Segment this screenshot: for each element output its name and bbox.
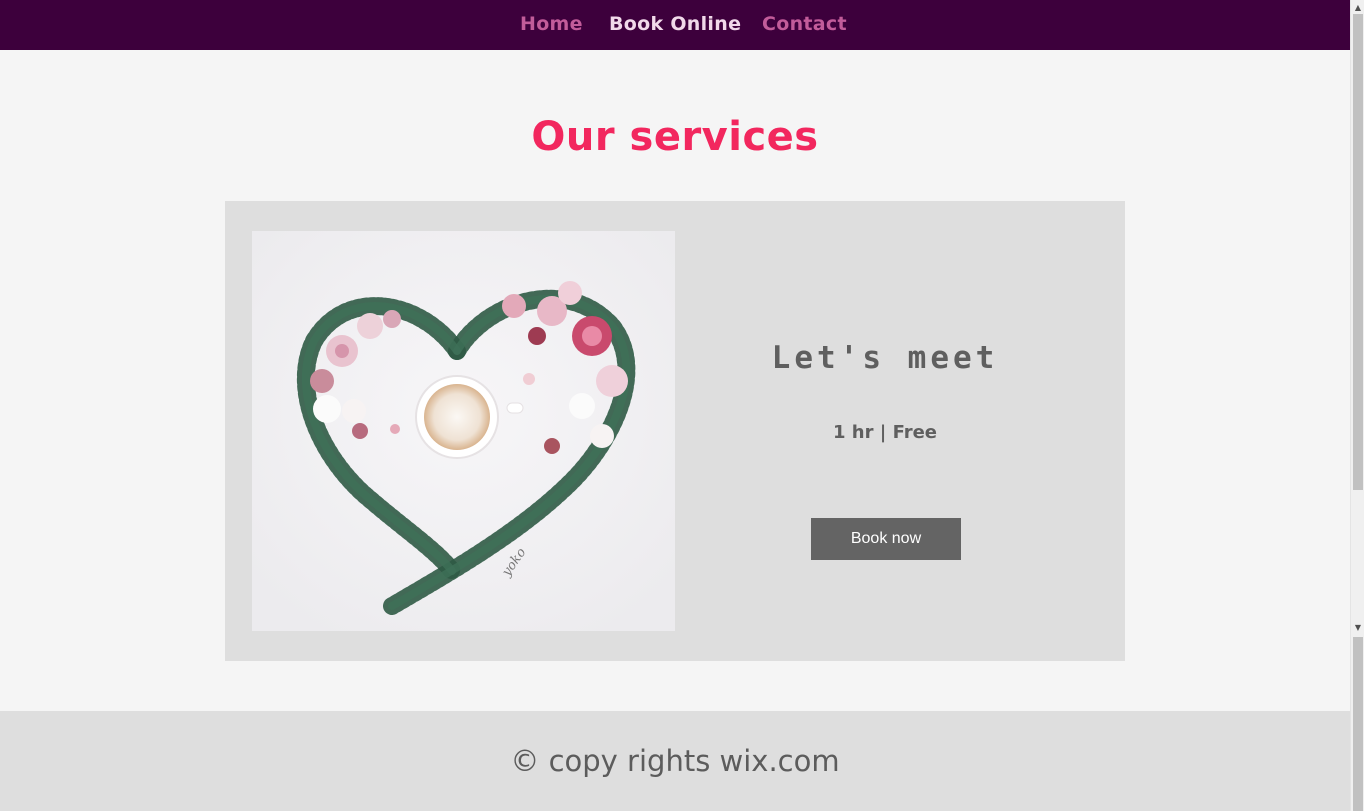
scroll-thumb[interactable] — [1353, 14, 1363, 490]
service-name: Let's meet — [771, 340, 999, 376]
book-now-button[interactable]: Book now — [811, 518, 961, 560]
scroll-thumb-lower[interactable] — [1353, 637, 1363, 811]
page-title: Our services — [531, 114, 819, 160]
service-duration-price: 1 hr | Free — [832, 422, 938, 443]
nav-item-home[interactable]: Home — [520, 13, 583, 35]
vertical-scrollbar[interactable]: ▲ ▼ — [1350, 0, 1364, 811]
scroll-up-arrow-icon[interactable]: ▲ — [1351, 0, 1364, 14]
top-navigation: Home Book Online Contact — [0, 0, 1350, 50]
nav-item-book-online[interactable]: Book Online — [609, 13, 741, 35]
service-card: yoko Let's meet 1 hr | Free Book now — [225, 201, 1125, 661]
service-image[interactable]: yoko — [252, 231, 675, 631]
nav-item-contact[interactable]: Contact — [762, 13, 847, 35]
scroll-down-arrow-icon[interactable]: ▼ — [1351, 620, 1364, 634]
footer-copyright: © copy rights wix.com — [510, 744, 840, 778]
heart-wreath-image: yoko — [252, 231, 675, 631]
page: Home Book Online Contact Our services yo… — [0, 0, 1350, 811]
footer: © copy rights wix.com — [0, 711, 1350, 811]
